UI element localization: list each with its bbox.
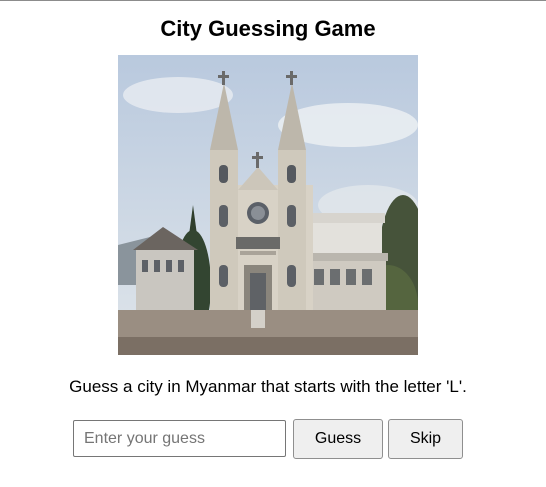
top-divider [0,0,546,1]
game-prompt: Guess a city in Myanmar that starts with… [69,377,467,396]
guess-input[interactable] [73,420,286,457]
skip-button[interactable]: Skip [388,419,463,459]
city-photo [118,55,418,355]
page-title: City Guessing Game [160,16,376,41]
guess-button[interactable]: Guess [293,419,383,459]
